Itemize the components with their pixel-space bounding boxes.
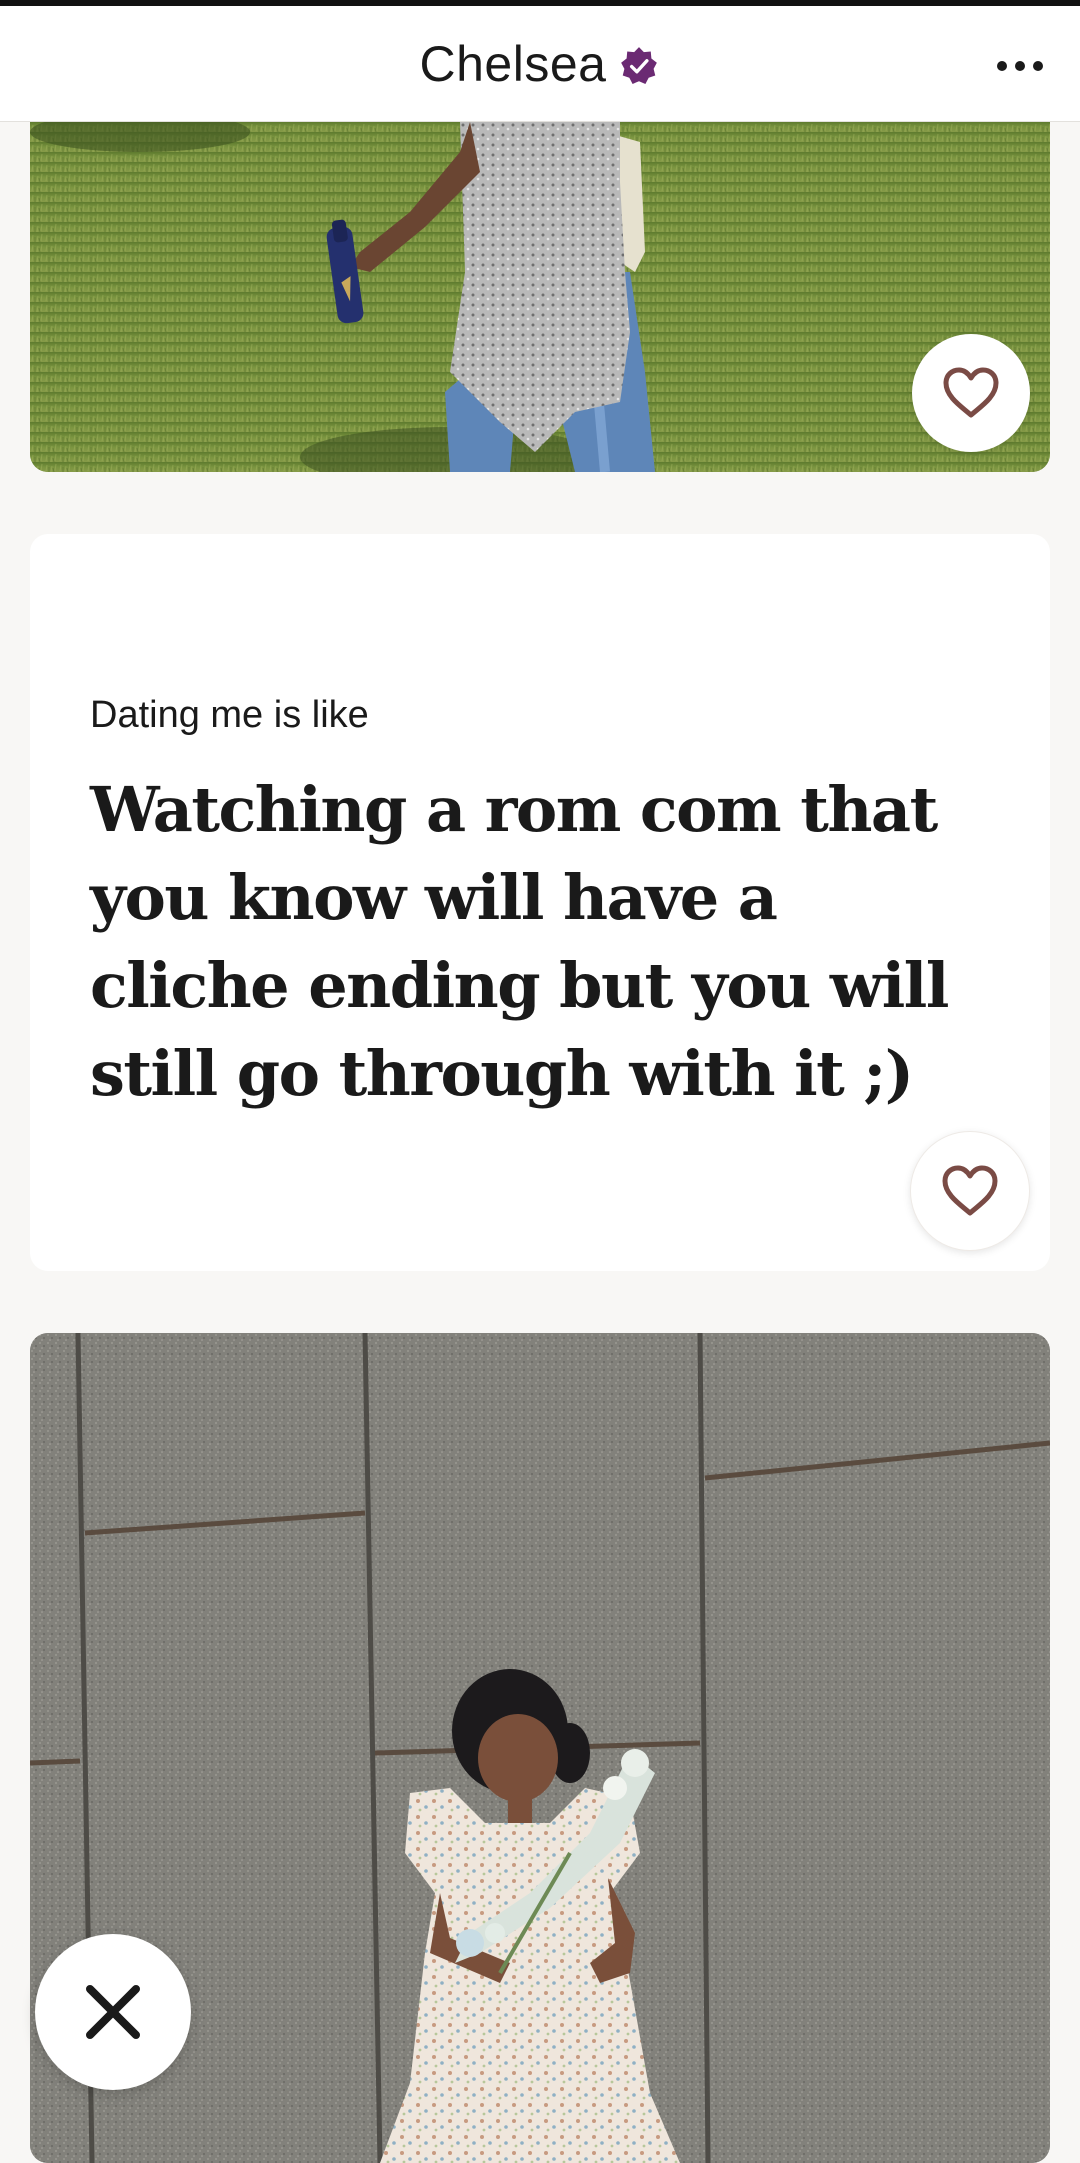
verified-badge-icon (618, 45, 660, 87)
profile-photo-1[interactable] (30, 122, 1050, 472)
like-photo-1-button[interactable] (912, 334, 1030, 452)
more-dots-icon (997, 61, 1043, 71)
header-title-group: Chelsea (0, 6, 1080, 121)
grass-photo (30, 122, 1050, 472)
like-prompt-button[interactable] (910, 1131, 1030, 1251)
profile-header: Chelsea (0, 6, 1080, 122)
heart-icon (942, 1165, 998, 1216)
close-icon (86, 1985, 140, 2039)
more-options-button[interactable] (990, 36, 1050, 96)
prompt-question: Dating me is like (90, 694, 369, 736)
pass-button[interactable] (35, 1934, 191, 2090)
prompt-card[interactable]: Dating me is like Watching a rom com tha… (30, 534, 1050, 1271)
prompt-answer: Watching a rom com that you know will ha… (90, 773, 949, 1110)
heart-icon (943, 367, 999, 418)
profile-name: Chelsea (419, 35, 607, 92)
